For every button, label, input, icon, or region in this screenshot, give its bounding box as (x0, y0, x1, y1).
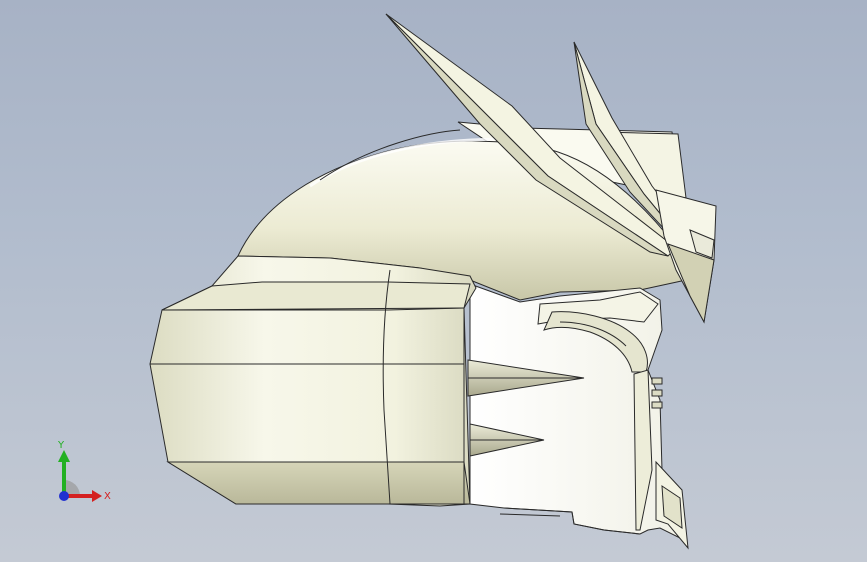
helmet-side-block (149, 255, 477, 507)
y-axis-head (58, 450, 70, 462)
helmet-model[interactable] (0, 0, 867, 562)
3d-viewport[interactable]: Y X (0, 0, 867, 562)
z-axis-dot (59, 491, 69, 501)
helmet-faceplate (469, 283, 689, 550)
x-axis-head (92, 490, 102, 502)
x-axis-label: X (104, 491, 111, 502)
axis-triad: Y X (57, 440, 111, 502)
y-axis-label: Y (57, 440, 65, 451)
